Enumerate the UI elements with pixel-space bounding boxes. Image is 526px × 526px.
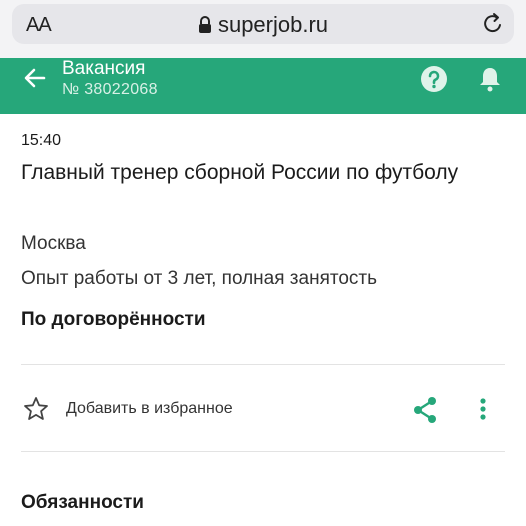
share-icon[interactable] [410, 394, 440, 431]
domain-text: superjob.ru [217, 12, 329, 37]
url-bar[interactable]: AA superjob.ru [12, 4, 514, 44]
vacancy-salary: По договорённости [21, 309, 206, 330]
lock-icon [198, 14, 212, 40]
reload-icon[interactable] [482, 12, 504, 41]
bell-icon[interactable] [478, 65, 502, 98]
actions-row: Добавить в избранное [0, 380, 526, 440]
vacancy-city: Москва [21, 233, 86, 254]
divider [21, 364, 505, 365]
url-display[interactable]: superjob.ru [12, 12, 514, 40]
divider [21, 451, 505, 452]
help-icon[interactable] [420, 65, 448, 98]
duties-section-title: Обязанности [21, 492, 144, 513]
vacancy-number: № 38022068 [62, 81, 158, 98]
more-vertical-icon[interactable] [472, 394, 494, 429]
browser-bar: AA superjob.ru [0, 0, 526, 58]
back-arrow-icon[interactable] [22, 65, 48, 96]
add-to-favorites-button[interactable]: Добавить в избранное [66, 400, 233, 418]
star-icon[interactable] [22, 395, 50, 428]
publish-time: 15:40 [21, 132, 62, 149]
header-title: Вакансия [62, 58, 146, 79]
vacancy-experience: Опыт работы от 3 лет, полная занятость [21, 268, 378, 289]
vacancy-title: Главный тренер сборной России по футболу [21, 161, 459, 184]
app-header: Вакансия № 38022068 [0, 58, 526, 114]
